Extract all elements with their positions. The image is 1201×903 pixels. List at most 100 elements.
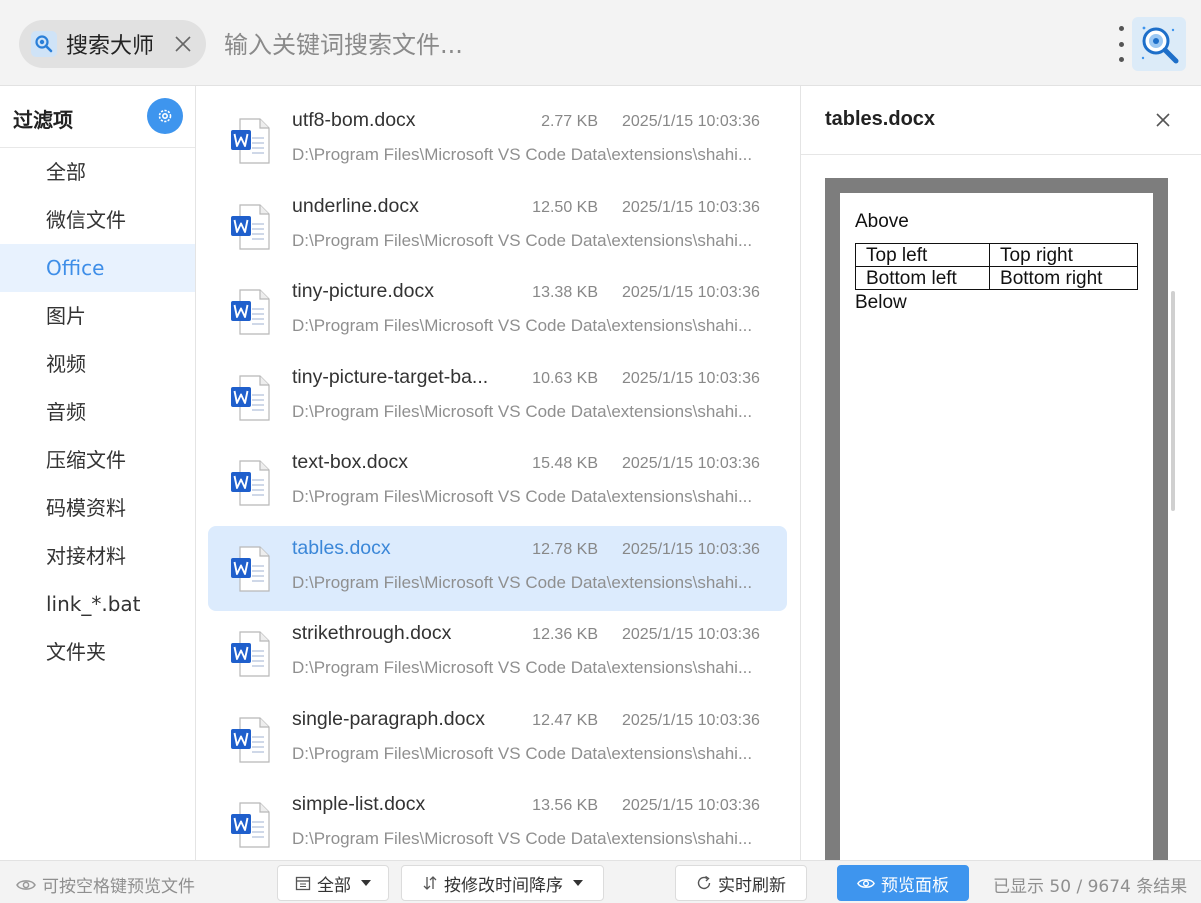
file-name: single-paragraph.docx — [292, 707, 485, 730]
sidebar-item[interactable]: link_*.bat — [0, 580, 195, 628]
sidebar-item[interactable]: 音频 — [0, 388, 195, 436]
sidebar-item[interactable]: 视频 — [0, 340, 195, 388]
sidebar-filter-list: 全部 微信文件 Office 图片 视频 音频 压缩文件 码模资料 对接材料 link_*.bat… — [0, 148, 195, 676]
file-row[interactable]: tables.docx 12.78 KB 2025/1/15 10:03:36 D:\… — [208, 525, 787, 611]
file-size: 10.63 KB — [532, 369, 598, 387]
file-path: D:\Program Files\Microsoft VS Code Data\… — [292, 829, 753, 848]
file-size: 12.36 KB — [532, 626, 598, 643]
file-path: D:\Program Files\Microsoft VS Code Data\… — [292, 230, 753, 250]
file-list: utf8-bom.docx 2.77 KB 2025/1/15 10:03:36 D:… — [197, 86, 800, 860]
file-row[interactable]: strikethrough.docx 12.36 KB 2025/1/15 10:0… — [208, 611, 787, 696]
magnifier-search-icon[interactable] — [1132, 17, 1186, 71]
preview-panel-button[interactable]: 预览面板 — [837, 865, 969, 901]
file-row[interactable]: utf8-bom.docx 2.77 KB 2025/1/15 10:03:36 D:… — [208, 98, 787, 183]
file-row[interactable]: text-box.docx 15.48 KB 2025/1/15 10:03:36 D… — [208, 440, 787, 525]
file-path: D:\Program Files\Microsoft VS Code Data\… — [292, 743, 753, 763]
file-path: D:\Program Files\Microsoft VS Code Data\… — [292, 572, 753, 592]
file-path: D:\Program Files\Microsoft VS Code Data\… — [292, 487, 753, 506]
file-path: D:\Program Files\Microsoft VS Code Data\… — [292, 316, 753, 335]
doc-table-cell: Top right — [989, 243, 1138, 267]
file-name: tiny-picture-target-ba... — [292, 365, 489, 388]
preview-scrollbar[interactable] — [1171, 291, 1175, 511]
result-count: 已显示 50 / 9674 条结果 — [993, 877, 1188, 897]
file-name: text-box.docx — [292, 451, 408, 473]
file-path: D:\Program Files\Microsoft VS Code Data\… — [292, 658, 753, 677]
file-date: 2025/1/15 10:03:36 — [622, 284, 760, 301]
doc-text-above: Above — [855, 211, 909, 232]
preview-hint: 可按空格键预览文件 — [16, 872, 195, 897]
file-name: tables.docx — [292, 536, 391, 559]
preview-header: tables.docx — [801, 86, 1201, 155]
calendar-icon — [295, 876, 311, 891]
top-bar: 搜索大师 — [0, 0, 1201, 86]
sidebar-item[interactable]: Office — [0, 244, 195, 292]
sidebar-item[interactable]: 文件夹 — [0, 628, 195, 676]
sidebar-item[interactable]: 压缩文件 — [0, 436, 195, 484]
file-name: utf8-bom.docx — [292, 109, 416, 131]
sort-icon — [423, 876, 437, 890]
filter-dropdown-label: 全部 — [317, 875, 351, 896]
file-path: D:\Program Files\Microsoft VS Code Data\… — [292, 145, 753, 164]
doc-table-cell: Bottom left — [854, 266, 991, 290]
preview-panel-button-label: 预览面板 — [881, 875, 949, 896]
search-input[interactable] — [224, 24, 1084, 66]
eye-icon — [16, 879, 36, 890]
file-size: 12.47 KB — [532, 711, 598, 729]
word-doc-icon — [230, 289, 270, 335]
doc-table-row: Top left Top right — [854, 243, 1138, 267]
file-name: simple-list.docx — [292, 793, 426, 815]
file-row[interactable]: underline.docx 12.50 KB 2025/1/15 10:03:36… — [208, 184, 787, 269]
doc-table: Top left Top right Bottom left Bottom ri… — [854, 243, 1138, 290]
sidebar-header: 过滤项 — [0, 86, 195, 148]
file-name: tiny-picture.docx — [292, 280, 434, 302]
file-row[interactable]: single-paragraph.docx 12.47 KB 2025/1/15 1… — [208, 697, 787, 782]
sidebar-item[interactable]: 微信文件 — [0, 196, 195, 244]
file-size: 12.78 KB — [532, 540, 598, 558]
file-size: 13.56 KB — [532, 797, 598, 814]
word-doc-icon — [230, 802, 270, 848]
refresh-button[interactable]: 实时刷新 — [675, 865, 807, 901]
more-options-icon[interactable] — [1114, 26, 1128, 62]
file-size: 2.77 KB — [541, 113, 598, 130]
file-date: 2025/1/15 10:03:36 — [622, 113, 760, 130]
sidebar-item[interactable]: 图片 — [0, 292, 195, 340]
close-icon[interactable] — [1153, 110, 1173, 130]
file-date: 2025/1/15 10:03:36 — [622, 198, 760, 216]
file-name: strikethrough.docx — [292, 622, 452, 644]
caret-down-icon — [361, 880, 371, 886]
doc-table-cell: Top left — [854, 243, 991, 267]
file-name: underline.docx — [292, 194, 419, 217]
sort-dropdown-label: 按修改时间降序 — [444, 875, 563, 896]
caret-down-icon — [573, 880, 583, 886]
word-doc-icon — [230, 374, 270, 421]
close-icon[interactable] — [172, 33, 194, 55]
file-row[interactable]: tiny-picture-target-ba... 10.63 KB 2025/1/… — [208, 355, 787, 440]
file-date: 2025/1/15 10:03:36 — [622, 540, 760, 558]
app-tab-chip[interactable]: 搜索大师 — [19, 20, 206, 68]
file-row[interactable]: tiny-picture.docx 13.38 KB 2025/1/15 10:03… — [208, 269, 787, 354]
word-doc-icon — [230, 631, 270, 677]
app-name: 搜索大师 — [66, 34, 155, 59]
word-doc-icon — [230, 545, 270, 592]
app-logo-icon — [31, 31, 57, 57]
sidebar-item[interactable]: 全部 — [0, 148, 195, 196]
sidebar-item[interactable]: 码模资料 — [0, 484, 195, 532]
status-bar: 可按空格键预览文件 全部 按修改时间降序 实时刷新 预览面板 已显示 50 / … — [0, 860, 1201, 903]
file-row[interactable]: simple-list.docx 13.56 KB 2025/1/15 10:03:… — [208, 782, 787, 860]
file-date: 2025/1/15 10:03:36 — [622, 797, 760, 814]
document-page: Above Top left Top right Bottom left Bot… — [840, 193, 1153, 860]
sidebar-item[interactable]: 对接材料 — [0, 532, 195, 580]
word-doc-icon — [230, 118, 270, 164]
doc-table-cell: Bottom right — [989, 266, 1138, 290]
gear-icon[interactable] — [147, 98, 183, 134]
preview-panel: tables.docx Above Top left Top right Bot… — [800, 86, 1201, 860]
filter-dropdown[interactable]: 全部 — [277, 865, 389, 901]
document-preview-frame[interactable]: Above Top left Top right Bottom left Bot… — [825, 178, 1168, 860]
refresh-icon — [697, 875, 711, 890]
sort-dropdown[interactable]: 按修改时间降序 — [401, 865, 604, 901]
sidebar-title: 过滤项 — [13, 108, 73, 132]
file-date: 2025/1/15 10:03:36 — [622, 455, 760, 472]
file-size: 12.50 KB — [532, 198, 598, 216]
file-date: 2025/1/15 10:03:36 — [622, 369, 760, 387]
preview-hint-text: 可按空格键预览文件 — [42, 877, 195, 897]
